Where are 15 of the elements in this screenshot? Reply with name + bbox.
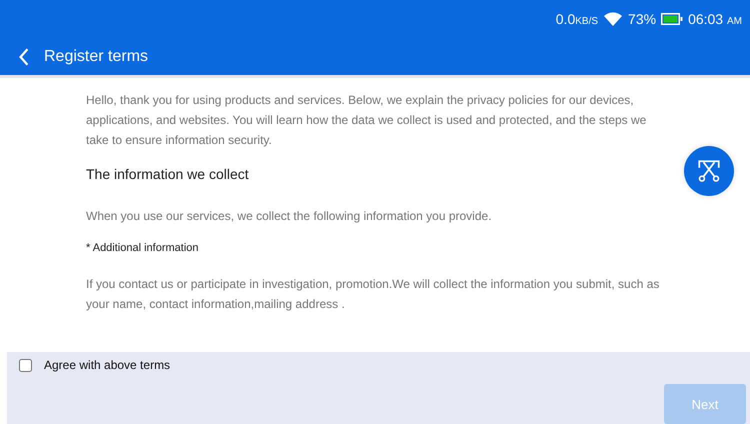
section-heading: The information we collect xyxy=(86,166,250,182)
network-speed: 0.0KB/S xyxy=(556,11,598,27)
paragraph: When you use our services, we collect the following information you provide. xyxy=(86,208,493,225)
subsection-heading: * Additional information xyxy=(86,242,200,254)
battery-icon xyxy=(661,13,684,25)
scissors-icon[interactable] xyxy=(696,158,722,184)
paragraph: If you contact us or participate in investigation, promotion.We will collect the information you submit, such as your name, contact information,mailing address . xyxy=(86,276,660,313)
screenshot-button[interactable] xyxy=(684,146,734,196)
clock: 06:03 AM xyxy=(688,11,742,27)
agree-label: Agree with above terms xyxy=(44,358,170,372)
agree-checkbox[interactable] xyxy=(19,358,32,372)
battery-percent: 73% xyxy=(628,11,656,27)
paragraph: Hello, thank you for using products and services. Below, we explain the privacy policies for our devices, applications, and websites. You will learn how the data we collect is used and protected, and the steps we take to ensure information security. xyxy=(86,92,648,149)
page-title: Register terms xyxy=(44,48,148,66)
wifi-icon xyxy=(603,11,624,27)
